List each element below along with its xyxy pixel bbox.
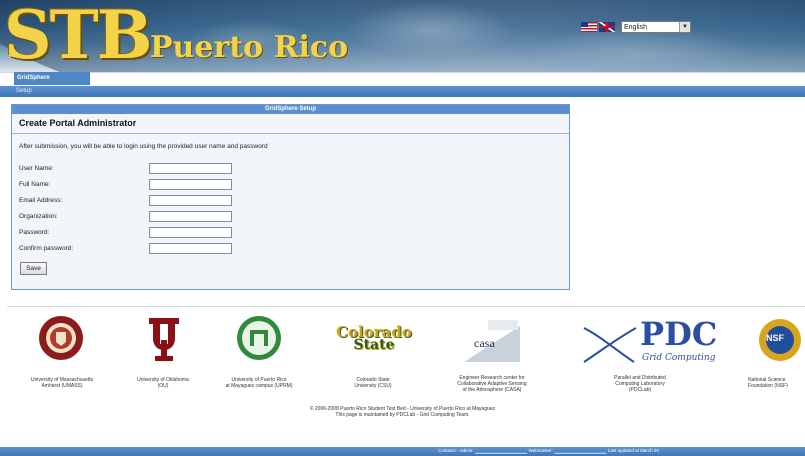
partner-uprm: University of Puerto Rico at Mayaguez ca… <box>216 377 302 389</box>
webmaster-label: Webmaster: <box>528 448 553 453</box>
subtab-bar <box>0 86 805 97</box>
uprm-seal-icon[interactable] <box>236 315 282 361</box>
bottom-bar: Contacts - Admin: ____________________ W… <box>0 447 805 456</box>
language-select-value: English <box>624 24 647 31</box>
user-name-field[interactable] <box>149 163 232 174</box>
setup-panel: GridSphere Setup Create Portal Administr… <box>11 104 570 290</box>
full-name-label: Full Name: <box>19 181 51 188</box>
pdc-logo-subtext: Grid Computing <box>642 353 716 363</box>
last-updated: Last updated at March 20 <box>607 448 659 453</box>
uk-flag-icon[interactable] <box>599 22 615 32</box>
csu-logo-icon[interactable]: Colorado State <box>330 325 418 360</box>
form-description: After submission, you will be able to lo… <box>19 143 268 150</box>
partner-ou: University of Oklahoma (OU) <box>118 377 208 389</box>
us-flag-icon[interactable] <box>581 22 597 32</box>
password-label: Password: <box>19 229 50 236</box>
email-field[interactable] <box>149 195 232 206</box>
partner-pdc: Parallel and Distributed Computing Labor… <box>598 375 682 393</box>
subtab-setup[interactable]: Setup <box>16 87 32 96</box>
casa-logo-text: casa <box>474 336 495 350</box>
chevron-down-icon[interactable]: ▼ <box>679 22 690 32</box>
copyright-block: © 2006-2008 Puerto Rico Student Test Bed… <box>0 406 805 418</box>
partner-csu: Colorado State University (CSU) <box>332 377 414 389</box>
partner-umass: University of Massachusetts Amherst (UMA… <box>14 377 110 389</box>
contacts-line: Contacts - Admin: ____________________ W… <box>438 448 659 453</box>
ou-logo-icon[interactable] <box>145 316 183 362</box>
save-button[interactable]: Save <box>20 262 47 275</box>
password-field[interactable] <box>149 227 232 238</box>
tab-gridsphere[interactable]: GridSphere <box>14 72 90 85</box>
umass-seal-icon[interactable] <box>38 315 84 361</box>
partner-caption: at Mayaguez campus (UPRM) <box>225 383 293 389</box>
maintained-text: This page is maintained by PDCLab - Grid… <box>335 412 470 418</box>
nsf-logo-text: NSF <box>766 333 784 343</box>
pdc-logo-text: PDC <box>640 315 718 353</box>
contacts-label: Contacts - Admin: <box>438 448 474 453</box>
partner-casa: Engineer Research center for Collaborati… <box>438 375 546 393</box>
partner-nsf: National Science Foundation (NSF) <box>748 377 805 389</box>
webmaster-email-link[interactable]: ____________________ <box>554 448 607 453</box>
site-logo[interactable]: STB <box>4 2 153 68</box>
partner-caption: Amherst (UMASS) <box>41 383 83 389</box>
partner-caption: of the Atmosphere (CASA) <box>462 387 522 393</box>
partner-caption: (PDCLab) <box>628 387 652 393</box>
site-logo-subtitle: Puerto Rico <box>150 30 349 65</box>
confirm-password-label: Confirm password: <box>19 245 74 252</box>
partner-caption: University (CSU) <box>354 383 392 389</box>
pdc-swoosh-icon[interactable] <box>580 322 640 366</box>
tab-bar <box>0 72 805 87</box>
organization-label: Organization: <box>19 213 58 220</box>
header-banner: STB Puerto Rico English ▼ <box>0 0 805 72</box>
user-name-label: User Name: <box>19 165 54 172</box>
divider <box>12 133 569 134</box>
email-label: Email Address: <box>19 197 63 204</box>
footer-divider <box>7 306 805 307</box>
language-select[interactable]: English ▼ <box>621 21 691 33</box>
partner-caption: (OU) <box>157 383 169 389</box>
panel-title: GridSphere Setup <box>12 105 569 114</box>
admin-email-link[interactable]: ____________________ <box>475 448 528 453</box>
confirm-password-field[interactable] <box>149 243 232 254</box>
organization-field[interactable] <box>149 211 232 222</box>
language-selector[interactable]: English ▼ <box>581 21 691 33</box>
full-name-field[interactable] <box>149 179 232 190</box>
partner-caption: Foundation (NSF) <box>748 383 788 389</box>
page-heading: Create Portal Administrator <box>19 118 137 128</box>
